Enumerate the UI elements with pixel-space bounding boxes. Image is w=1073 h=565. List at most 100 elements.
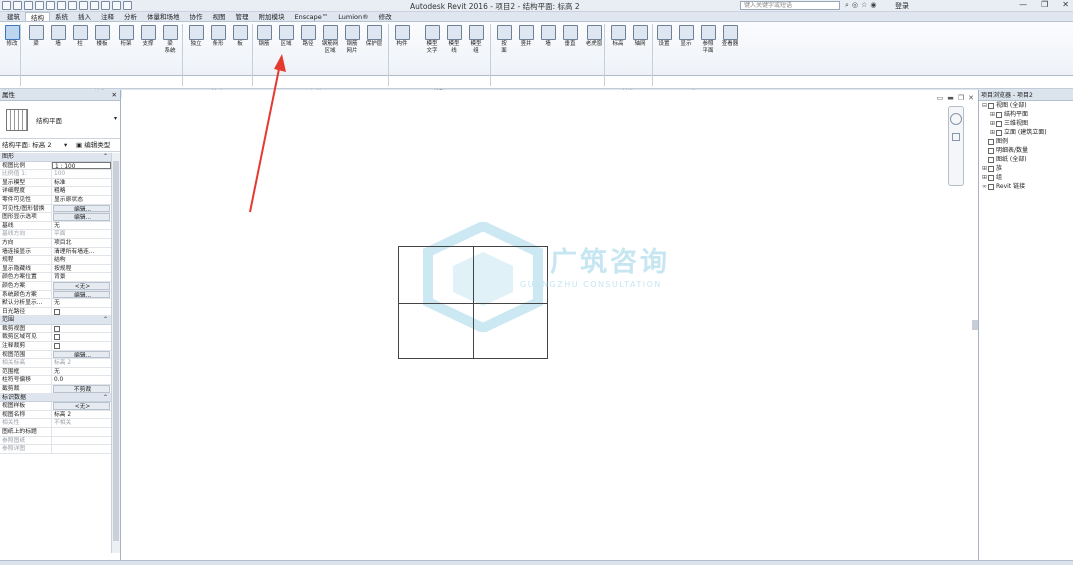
browser-item[interactable]: 图例 [979,137,1073,146]
property-value[interactable]: 按规程 [52,265,111,273]
expand-icon[interactable]: ⊞ [981,173,988,182]
section-icon[interactable] [101,1,110,10]
ribbon-tool-31[interactable]: 查看器 [720,25,740,48]
property-section-header[interactable]: 标识数据 ⌃ [0,393,111,403]
search-input[interactable]: 键入关键字或短语 [740,1,840,10]
property-section-header[interactable]: 图形 ⌃ [0,153,111,162]
ribbon-tool-8[interactable]: 独立 [186,25,206,48]
browser-item[interactable]: ⊞ 组 [979,173,1073,182]
zoom-icon[interactable] [952,133,960,141]
ribbon-tool-27[interactable]: 轴网 [630,25,650,48]
tab-6[interactable]: 体量和场地 [142,12,185,21]
property-value[interactable]: 无 [52,299,111,307]
ribbon-tool-29[interactable]: 显示 [676,25,696,48]
property-value[interactable]: 背景 [52,273,111,281]
ribbon-tool-7[interactable]: 梁 系统 [160,25,180,55]
ribbon-tool-10[interactable]: 板 [230,25,250,48]
ribbon-tool-26[interactable]: 标高 [608,25,628,48]
tab-7[interactable]: 协作 [185,12,208,21]
plan-view-region[interactable] [398,246,548,359]
property-value[interactable]: 无 [52,368,111,376]
undo-icon[interactable] [35,1,44,10]
ribbon-tool-24[interactable]: 垂直 [560,25,580,48]
vertical-reference-line[interactable] [473,247,474,358]
property-value[interactable] [52,308,111,316]
minimize-button[interactable]: — [1019,0,1027,9]
properties-scrollbar[interactable] [111,153,120,553]
3d-view-icon[interactable] [90,1,99,10]
property-edit-button[interactable]: 编辑... [53,290,110,299]
browser-item[interactable]: ⊞ 三维视图 [979,119,1073,128]
tab-11[interactable]: Enscape™ [290,12,334,21]
ribbon-tool-14[interactable]: 钢筋网 区域 [320,25,340,55]
tab-1[interactable]: 结构 [25,12,50,22]
ribbon-tool-4[interactable]: 楼板 [92,25,112,48]
chevron-down-icon[interactable]: ▾ [114,115,117,122]
ribbon-tool-25[interactable]: 老虎窗 [584,25,604,48]
login-button[interactable]: 登录 [895,1,909,11]
property-value[interactable] [52,342,111,350]
tab-5[interactable]: 分析 [119,12,142,21]
maximize-view-icon[interactable]: ❐ [958,94,964,102]
ribbon-tool-20[interactable]: 模型 组 [466,25,486,55]
ribbon-tool-22[interactable]: 竖井 [516,25,536,48]
browser-item[interactable]: 明细表/数量 [979,146,1073,155]
checkbox[interactable] [54,308,60,315]
minimize-view-icon[interactable]: ▬ [947,94,954,102]
restore-view-icon[interactable]: ▭ [937,94,944,102]
tab-4[interactable]: 注释 [96,12,119,21]
tab-8[interactable]: 视图 [208,12,231,21]
browser-item[interactable]: ⊞ 族 [979,164,1073,173]
close-icon[interactable]: ✕ [112,90,117,101]
property-edit-button[interactable]: <无> [53,281,110,290]
tab-13[interactable]: 修改 [374,12,397,21]
tab-3[interactable]: 插入 [73,12,96,21]
subscription-icon[interactable]: ◎ [852,1,858,10]
property-section-header[interactable]: 范围 ⌃ [0,316,111,325]
ribbon-tool-15[interactable]: 钢筋 网片 [342,25,362,55]
redo-icon[interactable] [46,1,55,10]
close-view-icon[interactable]: ✕ [968,94,974,102]
expand-icon[interactable]: ⊞ [981,164,988,173]
expand-icon[interactable]: ⊟ [981,101,988,110]
drawing-area[interactable]: ▭ ▬ ❐ ✕ 广筑咨询 GUANGZHU CONSULTATION [122,54,978,560]
favorites-icon[interactable]: ☆ [861,1,867,10]
tab-12[interactable]: Lumion® [333,12,373,21]
property-value[interactable]: 标准 [52,179,111,187]
property-value[interactable]: 无 [52,222,111,230]
property-edit-button[interactable]: 编辑... [53,213,110,221]
tab-2[interactable]: 系统 [50,12,73,21]
ribbon-tool-28[interactable]: 设置 [654,25,674,48]
steering-wheel-icon[interactable] [950,113,962,125]
property-value[interactable]: 0.0 [52,376,111,384]
ribbon-tool-21[interactable]: 按 面 [494,25,514,55]
browser-item[interactable]: ⊟ 视图 (全部) [979,101,1073,110]
property-value[interactable] [52,333,111,341]
property-value[interactable] [52,428,111,436]
property-edit-button[interactable]: 编辑... [53,350,110,359]
checkbox[interactable] [54,334,60,341]
type-selector[interactable]: 结构平面 ▾ [0,101,120,139]
ribbon-tool-9[interactable]: 条形 [208,25,228,48]
browser-item[interactable]: ⊞ 结构平面 [979,110,1073,119]
browser-item[interactable]: ∞ Revit 链接 [979,182,1073,191]
property-edit-button[interactable]: 不剪裁 [53,385,110,393]
binoculars-icon[interactable]: ⌕ [845,1,849,10]
collapse-icon[interactable]: ⌃ [103,153,108,162]
scrollbar-thumb[interactable] [113,161,119,541]
ribbon-tool-1[interactable]: 梁 [26,25,46,48]
tab-0[interactable]: 建筑 [2,12,25,21]
property-value[interactable] [52,325,111,333]
user-icon[interactable]: ◉ [870,1,876,10]
expand-icon[interactable]: ⊞ [989,128,996,137]
property-value[interactable]: 显示原状态 [52,196,111,204]
property-value[interactable]: 清理所有墙连... [52,248,111,256]
property-value[interactable]: 标高 2 [52,411,111,419]
ribbon-tool-13[interactable]: 路径 [298,25,318,48]
close-button[interactable]: ✕ [1062,0,1069,9]
property-value[interactable]: 结构 [52,256,111,264]
expand-icon[interactable]: ∞ [981,182,988,191]
chevron-down-icon[interactable]: ▾ [64,139,67,151]
tab-10[interactable]: 附加模块 [254,12,290,21]
checkbox[interactable] [54,325,60,332]
